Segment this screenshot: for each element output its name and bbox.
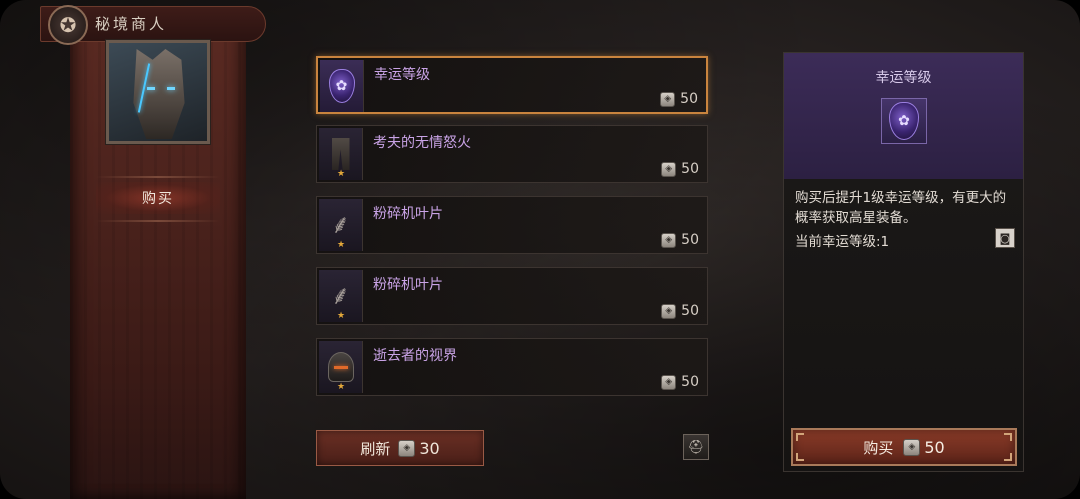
buy-price: 50 bbox=[924, 437, 945, 457]
item-name: 粉碎机叶片 bbox=[373, 277, 443, 293]
currency-icon: ◈ bbox=[661, 303, 677, 319]
shop-item[interactable]: ★ 考夫的无情怒火 ◈ 50 bbox=[316, 125, 708, 183]
detail-header: 幸运等级 ✿ bbox=[784, 53, 1023, 179]
refresh-label: 刷新 bbox=[360, 439, 391, 458]
info-icon[interactable]: ◙ bbox=[995, 228, 1015, 248]
item-price-value: 50 bbox=[681, 303, 699, 319]
corner-ornament bbox=[796, 453, 804, 461]
helmet-icon bbox=[327, 352, 354, 382]
star-icon: ★ bbox=[337, 311, 346, 321]
helmet-icon: ⛑ bbox=[687, 439, 705, 455]
scythe-icon: ⸙ bbox=[330, 281, 351, 311]
currency-icon: ◈ bbox=[661, 374, 677, 390]
star-icon: ★ bbox=[337, 169, 346, 179]
pentagram-icon: ✪ bbox=[48, 5, 88, 45]
item-icon-slot: ★ bbox=[319, 128, 363, 180]
item-name: 幸运等级 bbox=[374, 67, 430, 83]
merchant-title: 秘境商人 bbox=[95, 15, 168, 33]
item-price: ◈ 50 bbox=[661, 374, 699, 390]
refresh-button[interactable]: 刷新 ◈ 30 bbox=[316, 430, 484, 466]
tab-divider-bottom bbox=[96, 220, 220, 222]
currency-icon: ◈ bbox=[398, 439, 416, 457]
merchant-portrait bbox=[105, 39, 211, 145]
star-icon: ★ bbox=[337, 240, 346, 250]
item-price: ◈ 50 bbox=[661, 232, 699, 248]
currency-icon: ◈ bbox=[903, 438, 921, 456]
tab-buy-label: 购买 bbox=[142, 191, 174, 207]
shop-item[interactable]: ★ 逝去者的视界 ◈ 50 bbox=[316, 338, 708, 396]
item-price-value: 50 bbox=[681, 232, 699, 248]
detail-description: 购买后提升1级幸运等级，有更大的概率获取高星装备。 bbox=[795, 190, 1007, 226]
tab-divider-top bbox=[96, 176, 220, 178]
item-price: ◈ 50 bbox=[660, 91, 698, 107]
item-price: ◈ 50 bbox=[661, 303, 699, 319]
corner-ornament bbox=[796, 433, 804, 441]
item-price-value: 50 bbox=[681, 161, 699, 177]
shop-item[interactable]: ✿ 幸运等级 ◈ 50 bbox=[316, 56, 708, 114]
currency-icon: ◈ bbox=[660, 91, 676, 107]
item-price: ◈ 50 bbox=[661, 161, 699, 177]
game-screen: ✪ 秘境商人 购买 ✿ 幸运等级 ◈ 50 ★ 考夫的无情怒火 ◈ 50 ⸙ ★… bbox=[0, 0, 1080, 499]
buy-button[interactable]: 购买 ◈ 50 bbox=[791, 428, 1017, 466]
item-icon-slot: ✿ bbox=[320, 60, 364, 112]
shop-item[interactable]: ⸙ ★ 粉碎机叶片 ◈ 50 bbox=[316, 267, 708, 325]
luck-gem-icon: ✿ bbox=[328, 69, 355, 103]
pants-icon bbox=[331, 138, 350, 170]
item-name: 逝去者的视界 bbox=[373, 348, 457, 364]
shop-item[interactable]: ⸙ ★ 粉碎机叶片 ◈ 50 bbox=[316, 196, 708, 254]
item-price-value: 50 bbox=[680, 91, 698, 107]
helmet-filter-button[interactable]: ⛑ bbox=[683, 434, 709, 460]
tab-buy[interactable]: 购买 bbox=[96, 182, 220, 214]
current-luck-level: 当前幸运等级:1 bbox=[795, 234, 890, 250]
item-name: 粉碎机叶片 bbox=[373, 206, 443, 222]
currency-icon: ◈ bbox=[661, 161, 677, 177]
buy-label: 购买 bbox=[863, 438, 894, 457]
luck-gem-icon: ✿ bbox=[889, 102, 919, 140]
portrait-eye-left bbox=[147, 87, 155, 90]
item-icon-slot: ⸙ ★ bbox=[319, 270, 363, 322]
item-detail-panel: 幸运等级 ✿ 购买后提升1级幸运等级，有更大的概率获取高星装备。 当前幸运等级:… bbox=[783, 52, 1024, 472]
corner-ornament bbox=[1004, 433, 1012, 441]
corner-ornament bbox=[1004, 453, 1012, 461]
currency-icon: ◈ bbox=[661, 232, 677, 248]
detail-icon-slot: ✿ bbox=[881, 98, 927, 144]
detail-title: 幸运等级 bbox=[875, 70, 932, 86]
item-icon-slot: ⸙ ★ bbox=[319, 199, 363, 251]
item-icon-slot: ★ bbox=[319, 341, 363, 393]
item-price-value: 50 bbox=[681, 374, 699, 390]
item-name: 考夫的无情怒火 bbox=[373, 135, 471, 151]
portrait-eye-right bbox=[167, 87, 175, 90]
star-icon: ★ bbox=[337, 382, 346, 392]
scythe-icon: ⸙ bbox=[330, 210, 351, 240]
refresh-price: 30 bbox=[419, 438, 440, 458]
merchant-face bbox=[133, 49, 185, 139]
